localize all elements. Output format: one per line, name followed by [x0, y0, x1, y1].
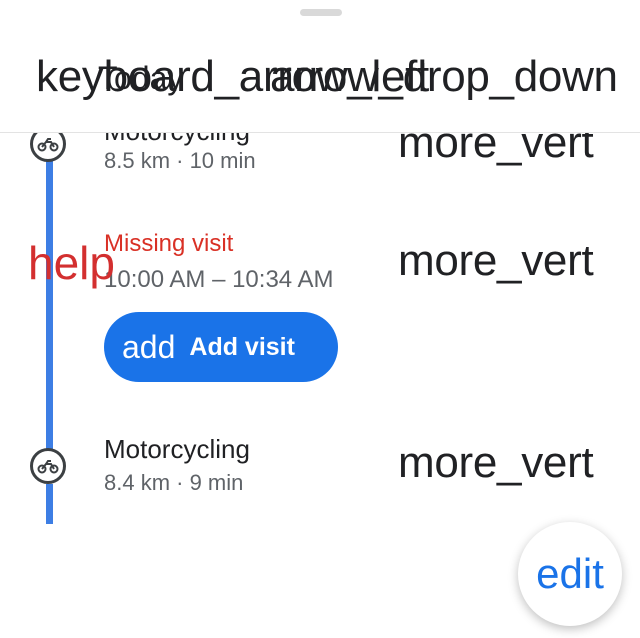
add-visit-label: Add visit: [189, 332, 295, 361]
timeline-header: Today keyboard_arrow_left arrow_drop_dow…: [0, 0, 640, 133]
segment-subtitle: 8.4 km · 9 min: [104, 470, 244, 495]
motorcycle-icon: [30, 448, 66, 484]
add-icon: add: [122, 328, 176, 365]
edit-fab-button[interactable]: edit: [518, 522, 622, 626]
segment-subtitle: 8.5 km · 10 min: [104, 148, 256, 173]
help-icon: help: [28, 237, 115, 289]
edit-icon: edit: [536, 550, 604, 597]
missing-visit-title: Missing visit: [104, 230, 234, 257]
segment-menu-icon[interactable]: more_vert: [398, 438, 594, 488]
segment-title: Motorcycling: [104, 434, 250, 464]
missing-visit-menu-icon[interactable]: more_vert: [398, 236, 594, 286]
timeline-line-bottom: [46, 484, 53, 524]
missing-visit-time: 10:00 AM – 10:34 AM: [104, 266, 334, 293]
sheet-grab-handle[interactable]: [300, 9, 342, 16]
add-visit-button[interactable]: add Add visit: [104, 312, 338, 382]
arrow-drop-down-icon[interactable]: arrow_drop_down: [270, 52, 618, 102]
timeline-line-top: [46, 132, 53, 452]
